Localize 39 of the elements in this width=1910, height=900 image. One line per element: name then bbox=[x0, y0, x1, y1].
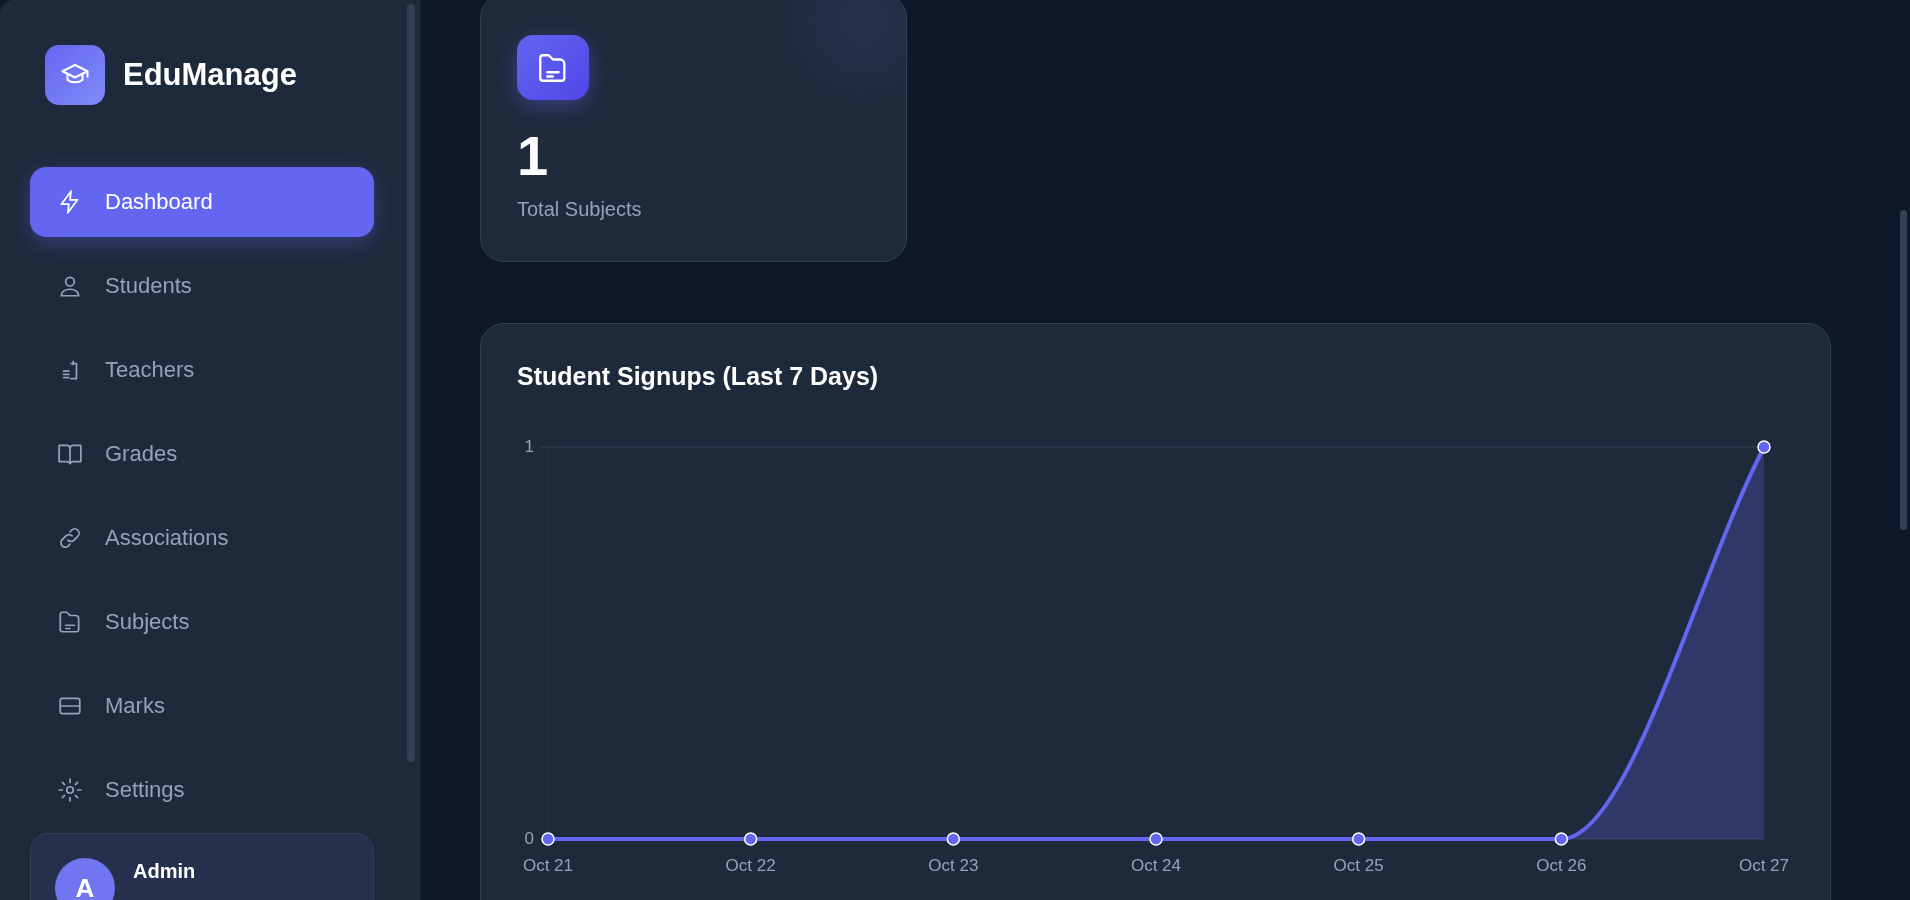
x-tick-label: Oct 23 bbox=[928, 856, 979, 875]
nav-item[interactable]: Teachers bbox=[30, 335, 374, 405]
nav-item[interactable]: Students bbox=[30, 251, 374, 321]
avatar: A bbox=[55, 858, 115, 900]
y-tick-label: 1 bbox=[524, 437, 534, 456]
x-tick-label: Oct 25 bbox=[1333, 856, 1384, 875]
scrollbar[interactable] bbox=[407, 4, 415, 762]
user-name: Admin bbox=[133, 860, 196, 883]
nav-item[interactable]: Associations bbox=[30, 503, 374, 573]
data-point bbox=[1554, 832, 1569, 846]
x-tick-label: Oct 27 bbox=[1738, 856, 1790, 875]
data-point bbox=[1149, 832, 1163, 846]
settings-icon bbox=[57, 777, 83, 803]
stat-label: Total Subjects bbox=[517, 198, 642, 221]
x-tick-label: Oct 26 bbox=[1536, 856, 1587, 875]
data-point bbox=[743, 832, 758, 846]
nav-item[interactable]: Subjects bbox=[30, 587, 374, 657]
book-icon bbox=[57, 441, 83, 467]
nav-item[interactable]: Settings bbox=[30, 755, 374, 825]
nav-item[interactable]: Grades bbox=[30, 419, 374, 489]
x-tick-label: Oct 21 bbox=[522, 856, 574, 875]
y-tick-label: 0 bbox=[524, 829, 534, 848]
document-icon bbox=[517, 35, 589, 100]
data-point bbox=[541, 832, 555, 846]
data-point bbox=[946, 832, 961, 846]
chart-title: Student Signups (Last 7 Days) bbox=[517, 362, 880, 391]
graduation-cap-icon bbox=[45, 45, 105, 105]
link-icon bbox=[57, 525, 83, 551]
x-tick-label: Oct 24 bbox=[1130, 856, 1182, 875]
user-card[interactable]: A Admin bbox=[30, 833, 374, 900]
nav-item[interactable]: Dashboard bbox=[30, 167, 374, 237]
nav-item[interactable]: Marks bbox=[30, 671, 374, 741]
stat-value: 1 bbox=[517, 128, 549, 184]
data-point bbox=[1757, 440, 1771, 454]
app-title: EduManage bbox=[123, 57, 297, 93]
x-tick-label: Oct 22 bbox=[725, 856, 776, 875]
scrollbar[interactable] bbox=[1900, 210, 1907, 530]
document-icon bbox=[57, 609, 83, 635]
data-point bbox=[1351, 832, 1366, 846]
